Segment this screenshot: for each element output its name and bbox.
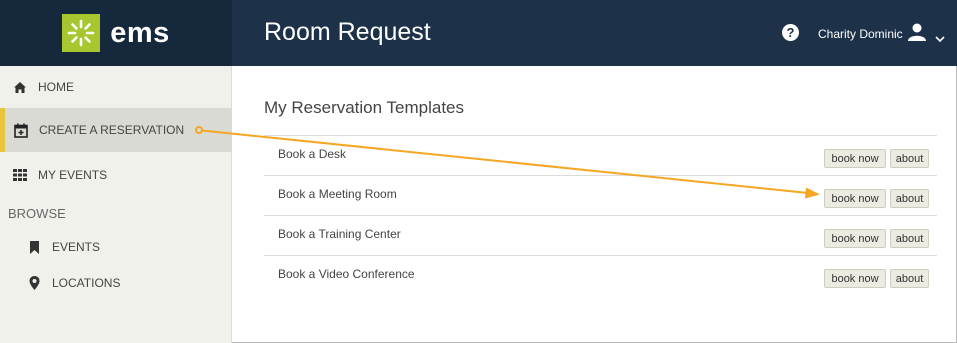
logo-mark-icon [62, 14, 101, 52]
template-row-desk: Book a Desk book now about [264, 135, 937, 175]
sidebar-item-label: EVENTS [52, 240, 101, 254]
sidebar-item-events[interactable]: EVENTS [0, 228, 232, 266]
calendar-plus-icon [13, 122, 29, 138]
header-bar: ems Room Request ? Charity Dominic [0, 0, 957, 66]
template-label: Book a Desk [278, 147, 347, 161]
sidebar-item-my-events[interactable]: MY EVENTS [0, 156, 232, 194]
template-label: Book a Training Center [278, 227, 401, 241]
browse-section-label: BROWSE [8, 206, 66, 221]
help-icon[interactable]: ? [782, 24, 799, 41]
template-label: Book a Meeting Room [278, 187, 397, 201]
section-title: My Reservation Templates [264, 98, 464, 117]
book-now-button[interactable]: book now [824, 189, 886, 208]
template-label: Book a Video Conference [278, 267, 415, 281]
ems-logo: ems [62, 14, 170, 52]
about-button[interactable]: about [890, 189, 929, 208]
home-icon [12, 79, 28, 95]
book-now-button[interactable]: book now [824, 229, 886, 248]
bookmark-icon [26, 239, 42, 255]
sidebar-item-home[interactable]: HOME [0, 68, 232, 106]
book-now-button[interactable]: book now [824, 149, 886, 168]
map-marker-icon [26, 275, 42, 291]
sidebar-item-label: LOCATIONS [52, 276, 121, 290]
book-now-button[interactable]: book now [824, 269, 886, 288]
page-title: Room Request [264, 18, 431, 46]
sidebar-item-create-reservation[interactable]: CREATE A RESERVATION [0, 108, 232, 152]
about-button[interactable]: about [890, 269, 929, 288]
sidebar-item-label: HOME [38, 80, 74, 94]
template-row-meeting-room: Book a Meeting Room book now about [264, 175, 937, 215]
sidebar: HOME CREATE A RESERVATION MY EVENTS BROW… [0, 66, 232, 343]
sidebar-item-label: CREATE A RESERVATION [39, 123, 185, 137]
chevron-down-icon[interactable] [935, 30, 945, 48]
template-row-training-center: Book a Training Center book now about [264, 215, 937, 255]
user-icon[interactable] [907, 22, 927, 47]
about-button[interactable]: about [890, 229, 929, 248]
template-row-video-conference: Book a Video Conference book now about [264, 255, 937, 295]
logo-area[interactable]: ems [0, 0, 232, 66]
sidebar-item-label: MY EVENTS [38, 168, 108, 182]
about-button[interactable]: about [890, 149, 929, 168]
user-name[interactable]: Charity Dominic [818, 27, 903, 41]
logo-text: ems [110, 16, 170, 49]
sidebar-item-locations[interactable]: LOCATIONS [0, 264, 232, 302]
grid-icon [12, 167, 28, 183]
template-list: Book a Desk book now about Book a Meetin… [264, 135, 937, 295]
